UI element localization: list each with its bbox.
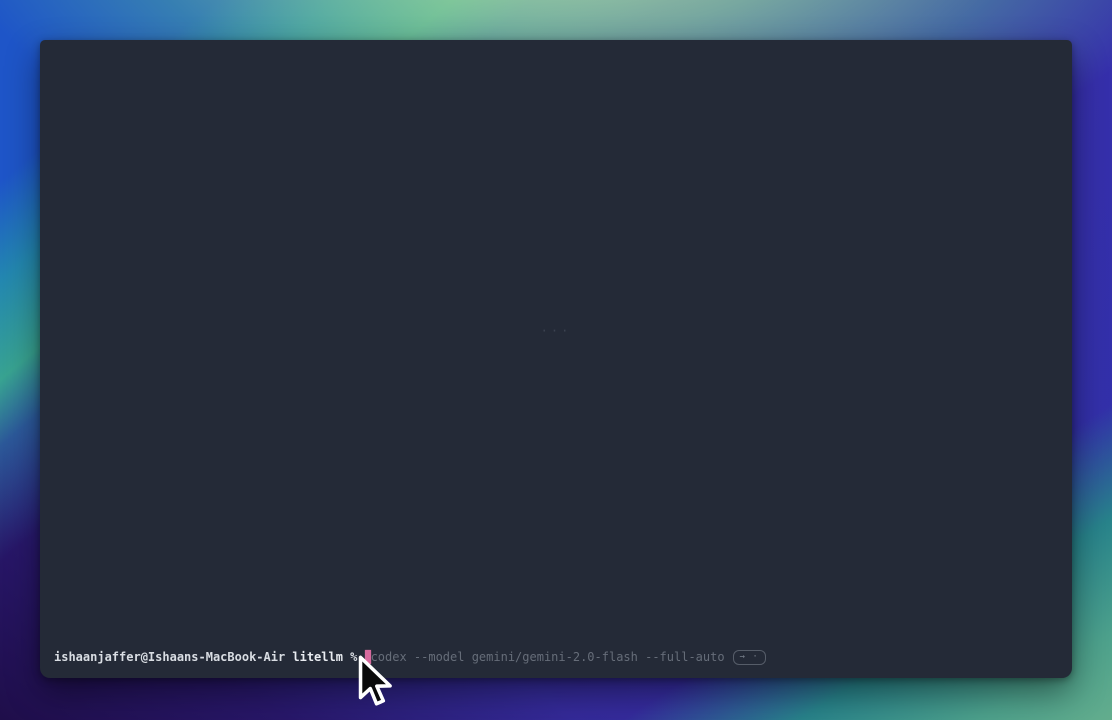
- terminal-window[interactable]: ··· ishaanjaffer@Ishaans-MacBook-Air lit…: [40, 40, 1072, 678]
- terminal-prompt-line[interactable]: ishaanjaffer@Ishaans-MacBook-Air litellm…: [54, 649, 1058, 665]
- prompt-directory: litellm: [292, 649, 343, 665]
- loading-dots: ···: [541, 324, 572, 338]
- accept-suggestion-key-hint: → ·: [733, 650, 766, 665]
- terminal-content: ··· ishaanjaffer@Ishaans-MacBook-Air lit…: [40, 40, 1072, 678]
- prompt-symbol: %: [350, 649, 357, 665]
- prompt-user-host: ishaanjaffer@Ishaans-MacBook-Air: [54, 649, 285, 665]
- autosuggestion-text: codex --model gemini/gemini-2.0-flash --…: [371, 649, 725, 665]
